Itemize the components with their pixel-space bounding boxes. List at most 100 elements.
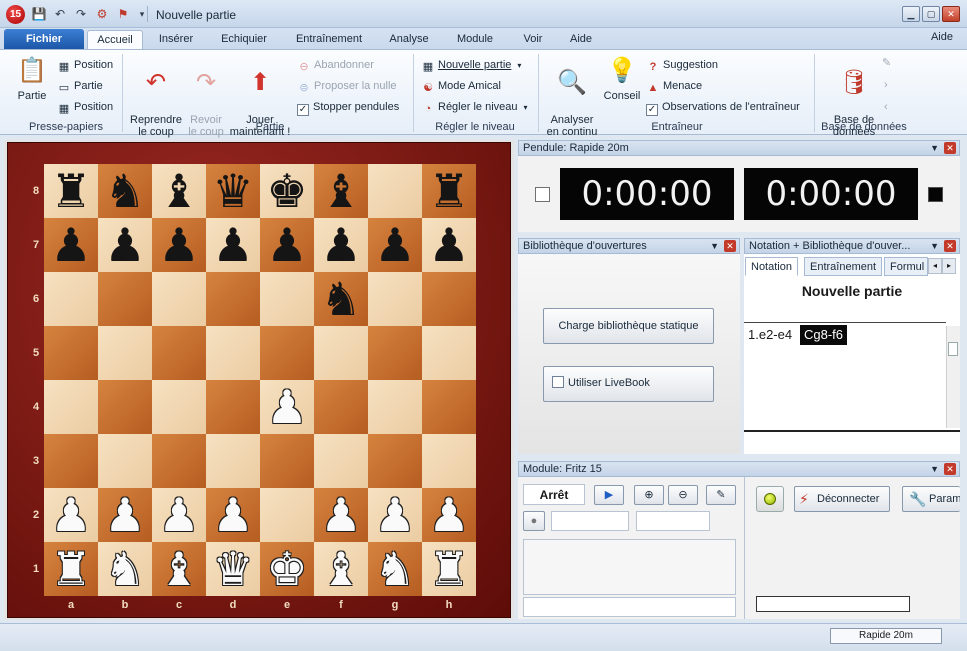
coach-observations-checkbox[interactable]: ✓ Observations de l'entraîneur: [646, 98, 800, 116]
maximize-button[interactable]: ▢: [922, 6, 940, 22]
redo-icon[interactable]: ↷: [73, 6, 89, 22]
square-e1[interactable]: ♚: [260, 542, 314, 596]
engine-start-button[interactable]: ▶: [594, 485, 624, 505]
square-b8[interactable]: ♞: [98, 164, 152, 218]
black-bishop-icon[interactable]: ♝: [158, 164, 199, 218]
black-bishop-icon[interactable]: ♝: [320, 164, 361, 218]
square-c4[interactable]: [152, 380, 206, 434]
white-pawn-icon[interactable]: ♟: [374, 488, 415, 542]
square-d6[interactable]: [206, 272, 260, 326]
pane-dropdown-icon[interactable]: ▼: [710, 239, 719, 253]
square-h1[interactable]: ♜: [422, 542, 476, 596]
square-f4[interactable]: [314, 380, 368, 434]
white-pawn-icon[interactable]: ♟: [266, 380, 307, 434]
black-knight-icon[interactable]: ♞: [104, 164, 145, 218]
square-b3[interactable]: [98, 434, 152, 488]
black-pawn-icon[interactable]: ♟: [374, 218, 415, 272]
square-g2[interactable]: ♟: [368, 488, 422, 542]
square-d1[interactable]: ♛: [206, 542, 260, 596]
advice-button[interactable]: 💡 Conseil: [602, 56, 642, 102]
offer-draw-button[interactable]: ⊜ Proposer la nulle: [297, 77, 396, 95]
square-h8[interactable]: ♜: [422, 164, 476, 218]
threat-button[interactable]: ▲ Menace: [646, 77, 703, 95]
stop-clocks-checkbox[interactable]: ✓ Stopper pendules: [297, 98, 399, 116]
set-level-button[interactable]: ◔ Régler le niveau ▾: [421, 98, 528, 116]
square-g1[interactable]: ♞: [368, 542, 422, 596]
square-a4[interactable]: [44, 380, 98, 434]
square-f3[interactable]: [314, 434, 368, 488]
arrow-right-icon[interactable]: ›: [884, 76, 888, 94]
tab-formula[interactable]: Formul: [884, 257, 928, 276]
zoom-out-button[interactable]: ⊖: [668, 485, 698, 505]
pane-close-icon[interactable]: ✕: [944, 463, 956, 475]
tab-entrainement[interactable]: Entraînement: [286, 30, 372, 50]
square-e6[interactable]: [260, 272, 314, 326]
edit-db-icon[interactable]: ✎: [882, 54, 891, 72]
friendly-mode-button[interactable]: ☯ Mode Amical: [421, 77, 501, 95]
white-bishop-icon[interactable]: ♝: [320, 542, 361, 596]
white-pawn-icon[interactable]: ♟: [320, 488, 361, 542]
square-d4[interactable]: [206, 380, 260, 434]
square-d3[interactable]: [206, 434, 260, 488]
square-g5[interactable]: [368, 326, 422, 380]
black-pawn-icon[interactable]: ♟: [266, 218, 307, 272]
square-c3[interactable]: [152, 434, 206, 488]
tab-inserer[interactable]: Insérer: [150, 30, 202, 50]
square-e7[interactable]: ♟: [260, 218, 314, 272]
help-link[interactable]: Aide: [931, 31, 953, 43]
square-e4[interactable]: ♟: [260, 380, 314, 434]
parameters-button[interactable]: 🔧 Param: [902, 486, 960, 512]
black-pawn-icon[interactable]: ♟: [104, 218, 145, 272]
pane-dropdown-icon[interactable]: ▼: [930, 239, 939, 253]
disconnect-button[interactable]: ⚡ Déconnecter: [794, 486, 890, 512]
square-c1[interactable]: ♝: [152, 542, 206, 596]
square-e5[interactable]: [260, 326, 314, 380]
square-e2[interactable]: [260, 488, 314, 542]
arrow-left-icon[interactable]: ‹: [884, 98, 888, 116]
square-d7[interactable]: ♟: [206, 218, 260, 272]
square-c2[interactable]: ♟: [152, 488, 206, 542]
square-a5[interactable]: [44, 326, 98, 380]
tab-echiquier[interactable]: Echiquier: [212, 30, 276, 50]
tab-analyse[interactable]: Analyse: [382, 30, 436, 50]
square-a2[interactable]: ♟: [44, 488, 98, 542]
minimize-button[interactable]: ▁: [902, 6, 920, 22]
square-f8[interactable]: ♝: [314, 164, 368, 218]
save-icon[interactable]: 💾: [31, 6, 47, 22]
square-c8[interactable]: ♝: [152, 164, 206, 218]
white-knight-icon[interactable]: ♞: [374, 542, 415, 596]
move-black-current[interactable]: Cg8-f6: [800, 325, 848, 345]
tab-module[interactable]: Module: [446, 30, 504, 50]
use-livebook-checkbox[interactable]: Utiliser LiveBook: [552, 374, 650, 392]
white-rook-icon[interactable]: ♜: [428, 542, 469, 596]
square-d5[interactable]: [206, 326, 260, 380]
square-b2[interactable]: ♟: [98, 488, 152, 542]
square-f7[interactable]: ♟: [314, 218, 368, 272]
engine-icon[interactable]: ⚙: [94, 6, 110, 22]
engine-settings-button[interactable]: ✎: [706, 485, 736, 505]
close-button[interactable]: ✕: [942, 6, 960, 22]
resign-button[interactable]: ⊖ Abandonner: [297, 56, 374, 74]
square-f1[interactable]: ♝: [314, 542, 368, 596]
copy-game-button[interactable]: ▭ Partie: [57, 77, 103, 95]
square-h6[interactable]: [422, 272, 476, 326]
copy-position-button[interactable]: ▦ Position: [57, 56, 113, 74]
black-pawn-icon[interactable]: ♟: [212, 218, 253, 272]
pane-close-icon[interactable]: ✕: [944, 240, 956, 252]
app-logo-icon[interactable]: 15: [6, 5, 25, 24]
square-g8[interactable]: [368, 164, 422, 218]
black-pawn-icon[interactable]: ♟: [158, 218, 199, 272]
white-king-icon[interactable]: ♚: [266, 542, 307, 596]
square-a3[interactable]: [44, 434, 98, 488]
black-rook-icon[interactable]: ♜: [50, 164, 91, 218]
square-f5[interactable]: [314, 326, 368, 380]
square-g4[interactable]: [368, 380, 422, 434]
white-bishop-icon[interactable]: ♝: [158, 542, 199, 596]
tab-notation[interactable]: Notation: [745, 257, 798, 276]
square-h4[interactable]: [422, 380, 476, 434]
white-pawn-icon[interactable]: ♟: [428, 488, 469, 542]
square-a8[interactable]: ♜: [44, 164, 98, 218]
black-pawn-icon[interactable]: ♟: [50, 218, 91, 272]
square-c6[interactable]: [152, 272, 206, 326]
square-b4[interactable]: [98, 380, 152, 434]
